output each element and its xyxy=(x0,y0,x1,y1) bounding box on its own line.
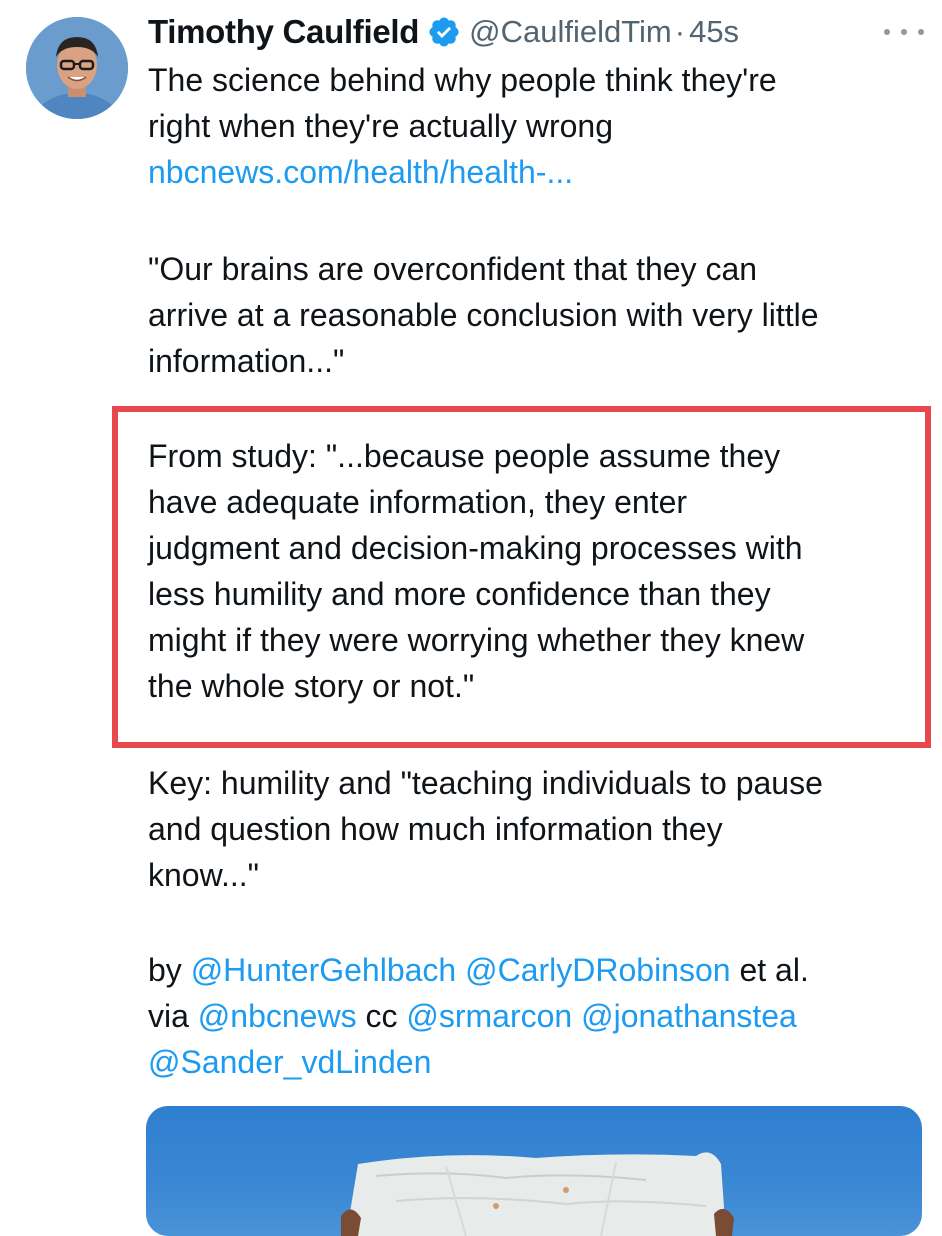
via-label: via xyxy=(148,998,189,1034)
mention-huntergehlbach[interactable]: @HunterGehlbach xyxy=(191,952,457,988)
tweet: Timothy Caulfield @CaulfieldTim · 45s Th… xyxy=(0,0,942,1236)
text-line: know..." xyxy=(148,857,259,893)
text-line: "Our brains are overconfident that they … xyxy=(148,251,758,287)
mention-carlydrobinson[interactable]: @CarlyDRobinson xyxy=(465,952,730,988)
tweet-header: Timothy Caulfield @CaulfieldTim · 45s xyxy=(148,10,739,54)
text-line: Key: humility and "teaching individuals … xyxy=(148,765,823,801)
text-line: less humility and more confidence than t… xyxy=(148,576,771,612)
tweet-paragraph-4: Key: humility and "teaching individuals … xyxy=(148,760,928,898)
avatar[interactable] xyxy=(26,17,128,119)
text-line: judgment and decision-making processes w… xyxy=(148,530,803,566)
text-line: have adequate information, they enter xyxy=(148,484,688,520)
text-line: via @nbcnews cc @srmarcon @jonathanstea xyxy=(148,993,928,1039)
credit-by-label: by xyxy=(148,952,182,988)
article-link[interactable]: nbcnews.com/health/health-... xyxy=(148,149,928,195)
text-line: might if they were worrying whether they… xyxy=(148,622,805,658)
separator-dot: · xyxy=(674,14,686,49)
cc-label: cc xyxy=(365,998,398,1034)
more-options-icon[interactable] xyxy=(884,20,924,44)
mention-nbcnews[interactable]: @nbcnews xyxy=(198,998,357,1034)
text-line: by @HunterGehlbach @CarlyDRobinson et al… xyxy=(148,947,928,993)
tweet-media-image[interactable] xyxy=(146,1106,922,1236)
tweet-paragraph-3-highlighted: From study: "...because people assume th… xyxy=(148,433,928,709)
text-line: From study: "...because people assume th… xyxy=(148,438,781,474)
user-handle[interactable]: @CaulfieldTim xyxy=(469,14,672,50)
text-line: and question how much information they xyxy=(148,811,723,847)
text-line: right when they're actually wrong xyxy=(148,108,614,144)
text-line: the whole story or not." xyxy=(148,668,475,704)
person-holding-map-image-icon xyxy=(341,1152,734,1236)
tweet-paragraph-1: The science behind why people think they… xyxy=(148,57,928,195)
dot xyxy=(884,29,890,35)
mention-jonathanstea[interactable]: @jonathanstea xyxy=(581,998,797,1034)
verified-badge-icon xyxy=(427,15,461,49)
etal-label: et al. xyxy=(739,952,809,988)
timestamp[interactable]: 45s xyxy=(689,14,739,50)
dot xyxy=(918,29,924,35)
text-line: The science behind why people think they… xyxy=(148,62,777,98)
mention-srmarcon[interactable]: @srmarcon xyxy=(406,998,572,1034)
tweet-paragraph-2: "Our brains are overconfident that they … xyxy=(148,246,928,384)
text-line: information..." xyxy=(148,343,345,379)
tweet-paragraph-5-credits: by @HunterGehlbach @CarlyDRobinson et al… xyxy=(148,947,928,1085)
text-line: @Sander_vdLinden xyxy=(148,1039,928,1085)
dot xyxy=(901,29,907,35)
mention-sander-vdlinden[interactable]: @Sander_vdLinden xyxy=(148,1044,431,1080)
display-name[interactable]: Timothy Caulfield xyxy=(148,13,419,51)
profile-photo-icon xyxy=(26,17,128,119)
text-line: arrive at a reasonable conclusion with v… xyxy=(148,297,819,333)
